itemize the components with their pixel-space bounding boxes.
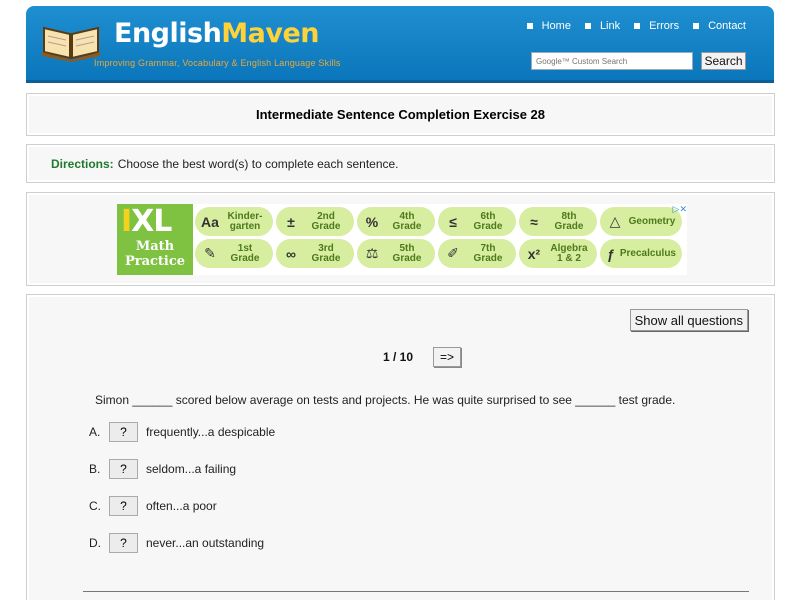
ad-close-icon[interactable]: ▷✕: [673, 204, 687, 215]
site-tagline: Improving Grammar, Vocabulary & English …: [94, 58, 341, 68]
ad-tile-icon: ✐: [447, 245, 459, 261]
ad-tile-label: Geometry: [628, 215, 676, 227]
ad-tile-label: 3rd Grade: [311, 242, 341, 264]
ad-tile-2-3[interactable]: ⚖ 5th Grade: [357, 239, 435, 268]
ad-tile-icon: ⚖: [365, 245, 379, 261]
nav-item-errors[interactable]: Errors: [634, 20, 679, 32]
ad-tile-label: Algebra 1 & 2: [550, 242, 588, 264]
ad-panel: IXL Math Practice Aa Kinder- garten ±2nd Gr…: [26, 192, 775, 286]
directions-label: Directions:: [51, 156, 114, 171]
bullet-icon: [526, 23, 533, 29]
ad-tile-icon: %: [365, 213, 379, 230]
ad-tile-1-6[interactable]: △ Geometry: [600, 207, 682, 236]
ad-tile-2-2[interactable]: ∞ 3rd Grade: [276, 239, 354, 268]
nav-item-link[interactable]: Link: [584, 20, 621, 32]
ad-tile-1-1[interactable]: Aa Kinder- garten: [195, 207, 273, 236]
question-counter: 1 / 10: [383, 350, 414, 364]
answer-option-b: B. ? seldom...a failing: [89, 458, 275, 480]
ad-tile-icon: ±: [287, 213, 295, 230]
ad-tile-label: 4th Grade: [392, 210, 422, 232]
ad-tile-label: 5th Grade: [392, 242, 422, 264]
ad-tile-icon: ƒ: [607, 245, 615, 262]
ad-tile-label: 7th Grade: [473, 242, 503, 264]
ad-tile-2-5[interactable]: x² Algebra 1 & 2: [519, 239, 597, 268]
next-question-button[interactable]: =>: [433, 347, 462, 367]
ad-tile-icon: ✎: [204, 245, 216, 261]
answer-text: seldom...a failing: [146, 462, 237, 476]
ad-tile-icon: ≤: [449, 213, 457, 230]
show-all-questions-button[interactable]: Show all questions: [629, 309, 748, 331]
nav-label: Link: [599, 20, 621, 32]
bullet-icon: [693, 23, 700, 29]
site-search: Search: [531, 52, 746, 70]
logo-word-english: English: [114, 18, 222, 49]
ad-tile-label: Kinder- garten: [227, 210, 263, 232]
directions-text: Choose the best word(s) to complete each…: [117, 156, 399, 171]
ixl-wordmark: IXL: [121, 204, 172, 239]
answer-text: never...an outstanding: [146, 536, 265, 550]
site-header: EnglishMaven Improving Grammar, Vocabula…: [26, 6, 774, 83]
ixl-xl: XL: [131, 204, 172, 239]
answer-option-d: D. ? never...an outstanding: [89, 532, 275, 554]
reveal-answer-button[interactable]: ?: [109, 533, 138, 553]
answer-option-c: C. ? often...a poor: [89, 495, 275, 517]
answer-list: A. ? frequently...a despicable B. ? seld…: [89, 421, 275, 569]
question-text: Simon ______ scored below average on tes…: [95, 393, 676, 407]
section-divider: [83, 591, 749, 592]
ad-tile-2-6[interactable]: ƒ Precalculus: [600, 239, 682, 268]
answer-letter: B.: [89, 462, 101, 476]
reveal-answer-button[interactable]: ?: [109, 496, 138, 516]
ad-tile-label: 1st Grade: [230, 242, 260, 264]
book-logo-icon: [42, 26, 100, 62]
nav-label: Errors: [649, 20, 680, 32]
nav-label: Contact: [708, 20, 746, 32]
ixl-subtitle-line2: Practice: [124, 254, 186, 269]
ad-tile-1-3[interactable]: % 4th Grade: [357, 207, 435, 236]
ixl-logo[interactable]: IXL Math Practice: [117, 204, 193, 275]
answer-letter: D.: [89, 536, 101, 550]
answer-letter: A.: [89, 425, 101, 439]
ixl-ad-banner[interactable]: IXL Math Practice Aa Kinder- garten ±2nd Gr…: [117, 204, 687, 275]
answer-letter: C.: [89, 499, 101, 513]
answer-text: often...a poor: [146, 499, 217, 513]
ad-tile-1-5[interactable]: ≈8th Grade: [519, 207, 597, 236]
search-button[interactable]: Search: [701, 52, 746, 70]
ad-tile-icon: △: [609, 213, 621, 229]
search-input[interactable]: [531, 52, 693, 70]
page-title: Intermediate Sentence Completion Exercis…: [256, 107, 545, 122]
nav-item-contact[interactable]: Contact: [693, 20, 746, 32]
title-panel: Intermediate Sentence Completion Exercis…: [26, 93, 775, 136]
ad-tile-label: 2nd Grade: [311, 210, 341, 232]
ad-tile-icon: Aa: [201, 213, 219, 230]
ad-tile-icon: ≈: [530, 213, 538, 230]
ad-tile-icon: x²: [527, 245, 541, 262]
ad-tile-label: 8th Grade: [554, 210, 584, 232]
logo-word-maven: Maven: [221, 18, 320, 49]
reveal-answer-button[interactable]: ?: [109, 422, 138, 442]
ixl-subtitle: Math Practice: [117, 239, 193, 269]
ixl-subtitle-line1: Math: [135, 239, 175, 254]
quiz-panel: Show all questions 1 / 10 => Simon _____…: [26, 294, 775, 600]
top-nav: Home Link Errors Contact: [513, 20, 746, 32]
site-logo-text[interactable]: EnglishMaven: [114, 18, 320, 49]
answer-option-a: A. ? frequently...a despicable: [89, 421, 275, 443]
answer-text: frequently...a despicable: [146, 425, 276, 439]
question-pager: 1 / 10 =>: [383, 347, 462, 367]
ad-tile-1-2[interactable]: ±2nd Grade: [276, 207, 354, 236]
reveal-answer-button[interactable]: ?: [109, 459, 138, 479]
bullet-icon: [584, 23, 591, 29]
ixl-i: I: [121, 204, 132, 239]
nav-item-home[interactable]: Home: [526, 20, 571, 32]
ad-tile-icon: ∞: [286, 245, 296, 262]
ad-tile-2-1[interactable]: ✎ 1st Grade: [195, 239, 273, 268]
ad-tile-label: Precalculus: [619, 247, 676, 259]
ad-tile-label: 6th Grade: [473, 210, 503, 232]
ad-tile-2-4[interactable]: ✐ 7th Grade: [438, 239, 516, 268]
directions-panel: Directions: Choose the best word(s) to c…: [26, 144, 775, 183]
nav-label: Home: [541, 20, 571, 32]
bullet-icon: [634, 23, 641, 29]
ad-tile-1-4[interactable]: ≤6th Grade: [438, 207, 516, 236]
